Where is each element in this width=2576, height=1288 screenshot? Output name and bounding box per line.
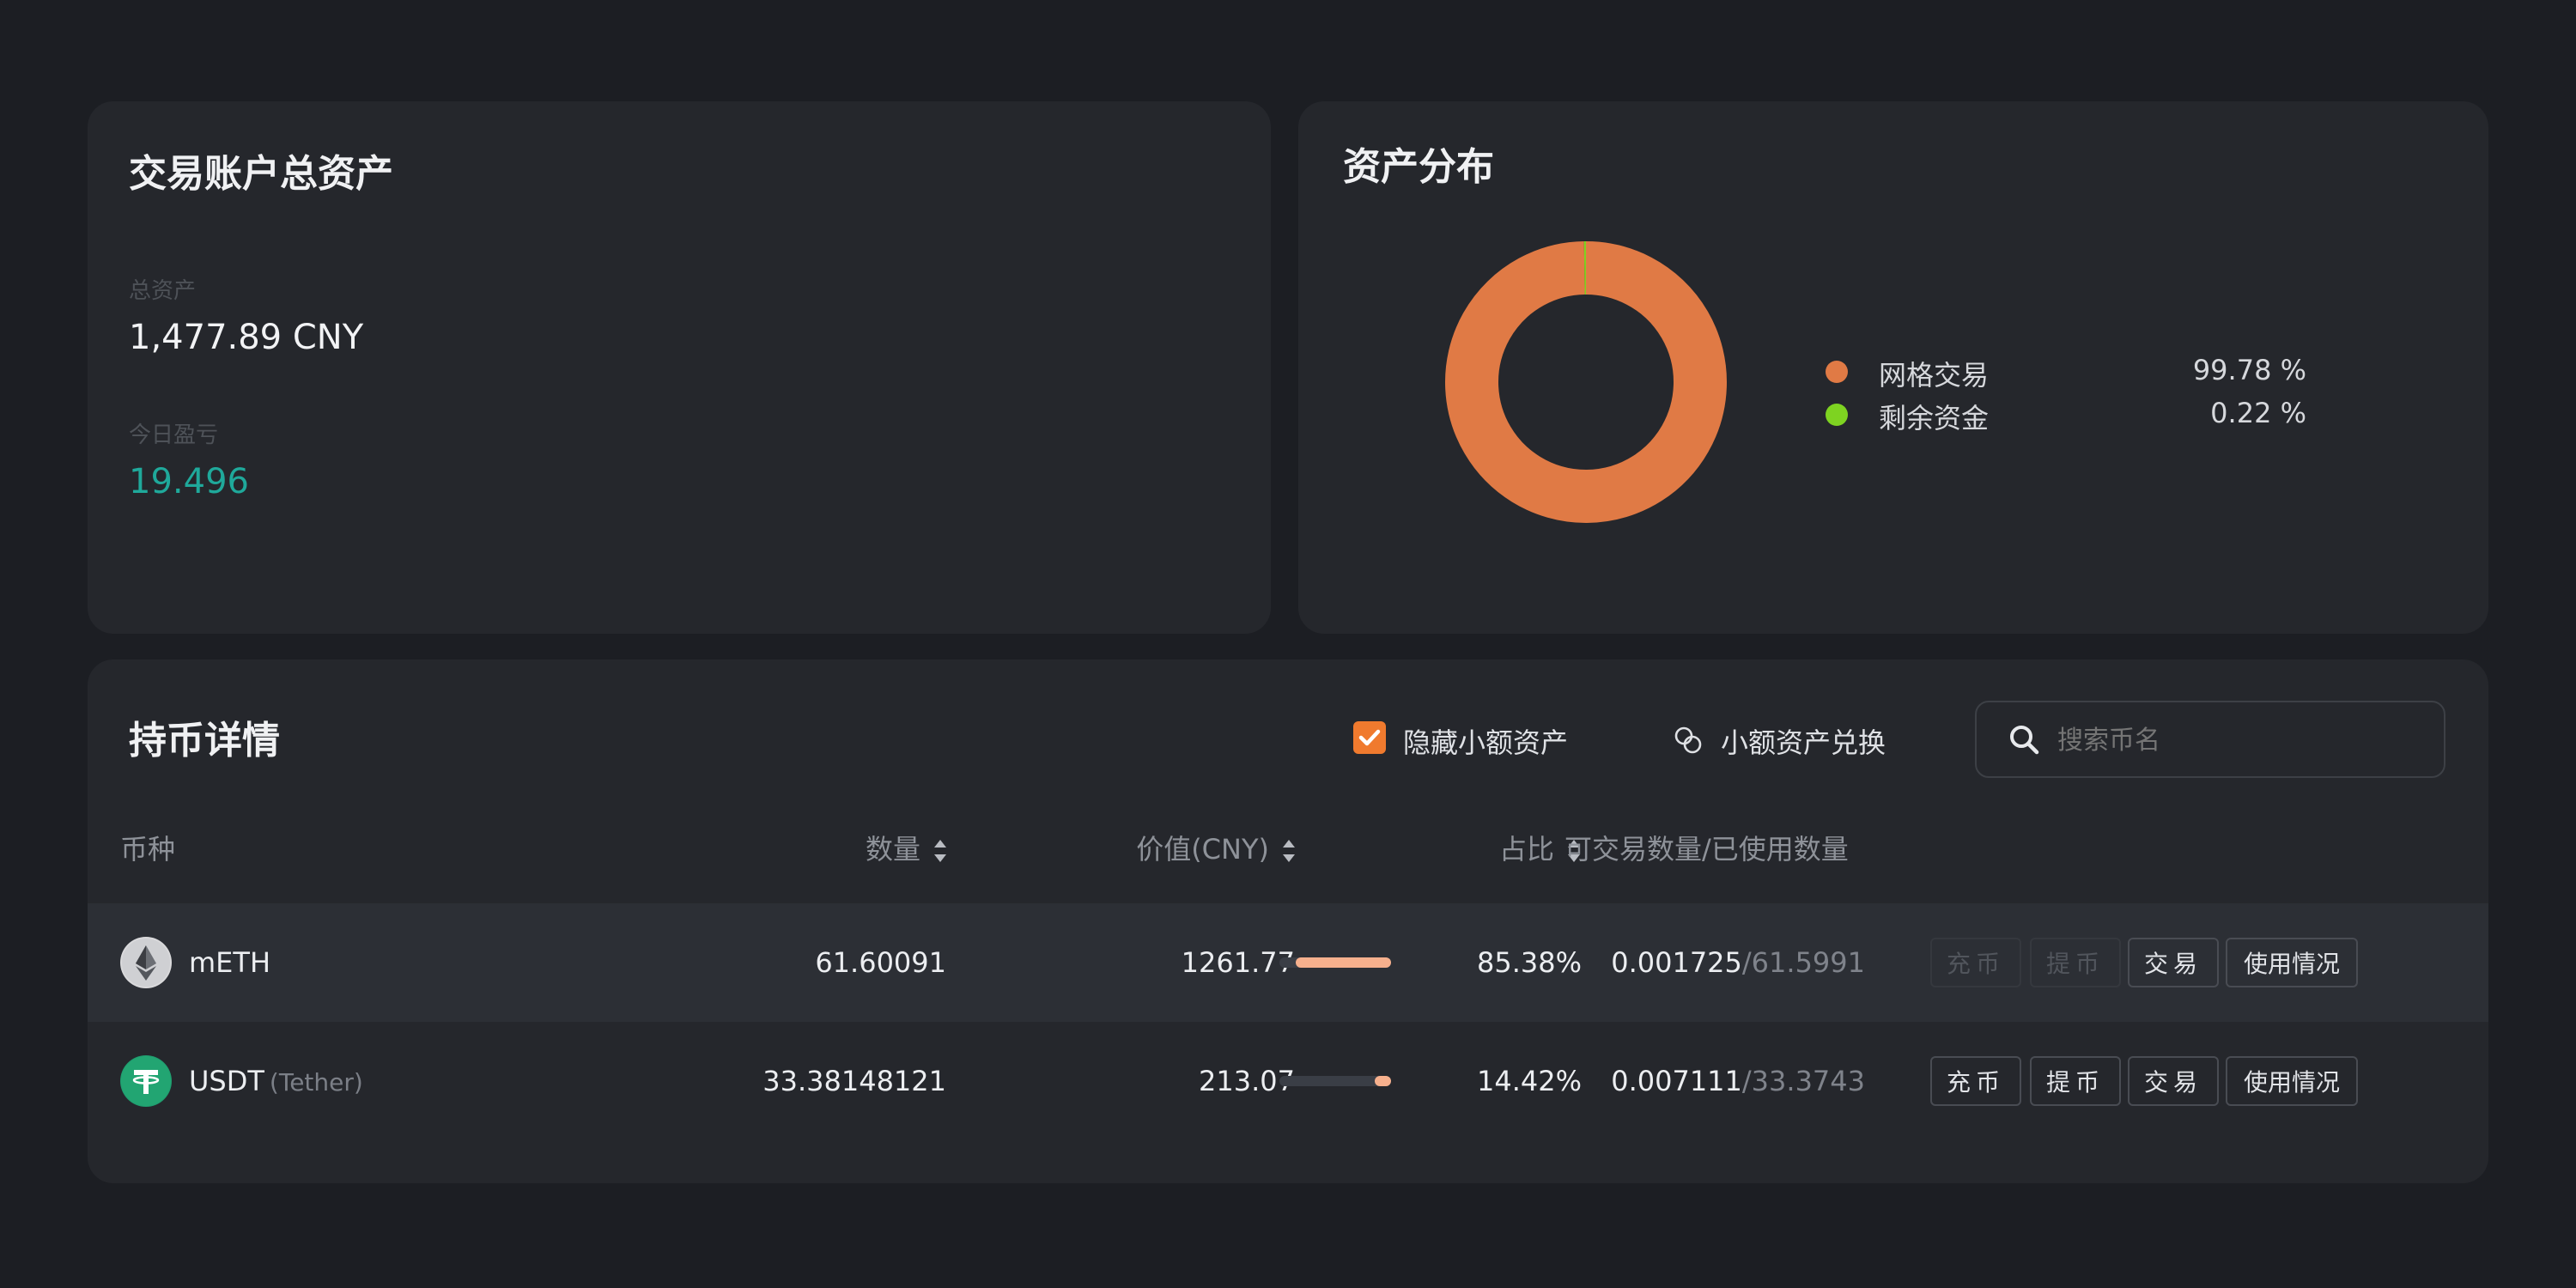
asset-distribution-legend: 网格交易 99.78 % 剩余资金 0.22 % — [1826, 350, 2306, 436]
ethereum-icon — [120, 937, 172, 988]
coin-search-box[interactable] — [1975, 701, 2445, 778]
sort-icon[interactable] — [933, 838, 948, 864]
ratio-bar — [1279, 957, 1391, 968]
total-assets-card: 交易账户总资产 总资产 1,477.89 CNY 今日盈亏 19.496 — [88, 101, 1271, 634]
column-header-coin: 币种 — [120, 833, 176, 866]
ratio-bar-fill — [1296, 957, 1391, 968]
usage-button[interactable]: 使用情况 — [2226, 938, 2358, 987]
legend-dot-icon — [1826, 361, 1848, 383]
hide-small-assets-checkbox[interactable] — [1353, 721, 1386, 754]
used-amount: /61.5991 — [1741, 946, 1865, 979]
ratio-bar-fill — [1375, 1076, 1391, 1086]
hide-small-assets-label[interactable]: 隐藏小额资产 — [1403, 721, 1568, 761]
column-header-amount-label: 数量 — [865, 833, 920, 866]
deposit-button[interactable]: 充币 — [1930, 1056, 2021, 1106]
ratio-cell: 85.38% — [1476, 946, 1582, 979]
legend-label: 剩余资金 — [1879, 402, 1990, 434]
coin-symbol: mETH — [189, 946, 270, 979]
asset-distribution-title: 资产分布 — [1343, 145, 1494, 189]
usage-button[interactable]: 使用情况 — [2226, 1056, 2358, 1106]
coin-name: mETH — [189, 946, 270, 979]
sort-icon[interactable] — [1281, 838, 1297, 864]
legend-label: 网格交易 — [1879, 359, 1990, 392]
used-amount: /33.3743 — [1741, 1065, 1865, 1097]
total-assets-value: 1,477.89 CNY — [129, 318, 364, 357]
holdings-card: 持币详情 隐藏小额资产 小额资产兑换 币种 数量 价值(CNY) 占比 可交易数… — [88, 659, 2488, 1183]
tradable-amount: 0.007111 — [1611, 1065, 1742, 1097]
today-pnl-value: 19.496 — [129, 462, 249, 501]
tradable-used-cell: 0.007111/33.3743 — [1611, 1065, 1865, 1097]
table-row: USDT (Tether) 33.38148121 213.07 14.42% 0… — [88, 1022, 2488, 1140]
column-header-value-label: 价值(CNY) — [1136, 833, 1269, 866]
coin-symbol: USDT — [189, 1065, 264, 1097]
ratio-bar — [1279, 1076, 1391, 1086]
donut-slice-0 — [1445, 241, 1727, 523]
legend-item-grid-trading: 网格交易 99.78 % — [1826, 350, 2306, 393]
value-cell: 1261.77 — [1181, 946, 1295, 979]
asset-distribution-card: 资产分布 网格交易 99.78 % 剩余资金 0.22 % — [1298, 101, 2488, 634]
trade-button[interactable]: 交易 — [2128, 1056, 2219, 1106]
coin-name: USDT (Tether) — [189, 1065, 363, 1097]
legend-percent: 99.78 % — [2192, 354, 2306, 386]
asset-distribution-donut-chart — [1445, 241, 1727, 523]
column-header-value[interactable]: 价值(CNY) — [1136, 828, 1297, 867]
withdraw-button[interactable]: 提币 — [2030, 1056, 2121, 1106]
legend-dot-icon — [1826, 404, 1848, 426]
ratio-cell: 14.42% — [1476, 1065, 1582, 1097]
withdraw-button[interactable]: 提币 — [2030, 938, 2121, 987]
coin-fullname: (Tether) — [269, 1068, 363, 1097]
convert-icon[interactable] — [1671, 723, 1705, 757]
today-pnl-label: 今日盈亏 — [129, 422, 219, 448]
tradable-used-cell: 0.001725/61.5991 — [1611, 946, 1865, 979]
table-row: mETH 61.60091 1261.77 85.38% 0.001725/61… — [88, 903, 2488, 1022]
legend-percent: 0.22 % — [2210, 397, 2306, 429]
checkmark-icon — [1358, 729, 1381, 746]
amount-cell: 61.60091 — [815, 946, 946, 979]
trade-button[interactable]: 交易 — [2128, 938, 2219, 987]
column-header-tradable: 可交易数量/已使用数量 — [1564, 833, 1849, 866]
deposit-button[interactable]: 充币 — [1930, 938, 2021, 987]
column-header-amount[interactable]: 数量 — [866, 828, 948, 867]
amount-cell: 33.38148121 — [762, 1065, 946, 1097]
tradable-amount: 0.001725 — [1611, 946, 1742, 979]
tether-icon — [120, 1055, 172, 1107]
convert-small-assets-button[interactable]: 小额资产兑换 — [1721, 721, 1886, 761]
legend-item-remaining-funds: 剩余资金 0.22 % — [1826, 393, 2306, 436]
column-header-ratio-label: 占比 — [1498, 833, 1554, 866]
total-assets-title: 交易账户总资产 — [129, 152, 393, 196]
total-assets-label: 总资产 — [129, 278, 197, 304]
holdings-title: 持币详情 — [129, 719, 280, 762]
search-icon — [2010, 726, 2039, 755]
coin-search-input[interactable] — [2056, 714, 2420, 766]
